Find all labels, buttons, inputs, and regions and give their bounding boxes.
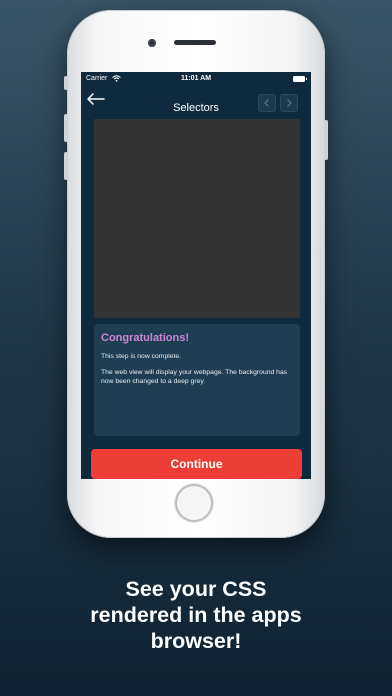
next-step-button[interactable]: [280, 94, 298, 112]
status-time: 11:01 AM: [180, 75, 212, 82]
promo-caption: See your CSS rendered in the apps browse…: [0, 576, 392, 654]
message-paragraph: This step is now complete.: [101, 353, 182, 360]
volume-up-button: [64, 114, 68, 142]
home-button[interactable]: [175, 484, 213, 522]
caption-line: rendered in the apps: [90, 603, 302, 627]
continue-button[interactable]: Continue: [91, 449, 302, 479]
volume-down-button: [64, 152, 68, 180]
front-camera: [148, 39, 156, 47]
status-bar: Carrier 11:01 AM: [81, 72, 311, 86]
caption-line: See your CSS: [125, 577, 267, 601]
chevron-right-icon: [287, 99, 292, 107]
web-view-preview: [94, 119, 300, 318]
message-title: Congratulations!: [101, 332, 189, 344]
power-button: [324, 120, 328, 160]
message-paragraph: The web view will display your webpage. …: [101, 369, 288, 385]
caption-line: browser!: [150, 629, 242, 653]
earpiece-speaker: [174, 40, 216, 45]
previous-step-button[interactable]: [258, 94, 276, 112]
page-title: Selectors: [173, 102, 219, 114]
battery-icon: [293, 76, 307, 82]
mute-switch: [64, 76, 68, 90]
completion-message-card: Congratulations! This step is now comple…: [94, 324, 300, 436]
chevron-left-icon: [264, 99, 269, 107]
app-screen: Carrier 11:01 AM Selectors Congratulatio…: [81, 72, 311, 479]
phone-frame: Carrier 11:01 AM Selectors Congratulatio…: [64, 10, 328, 538]
